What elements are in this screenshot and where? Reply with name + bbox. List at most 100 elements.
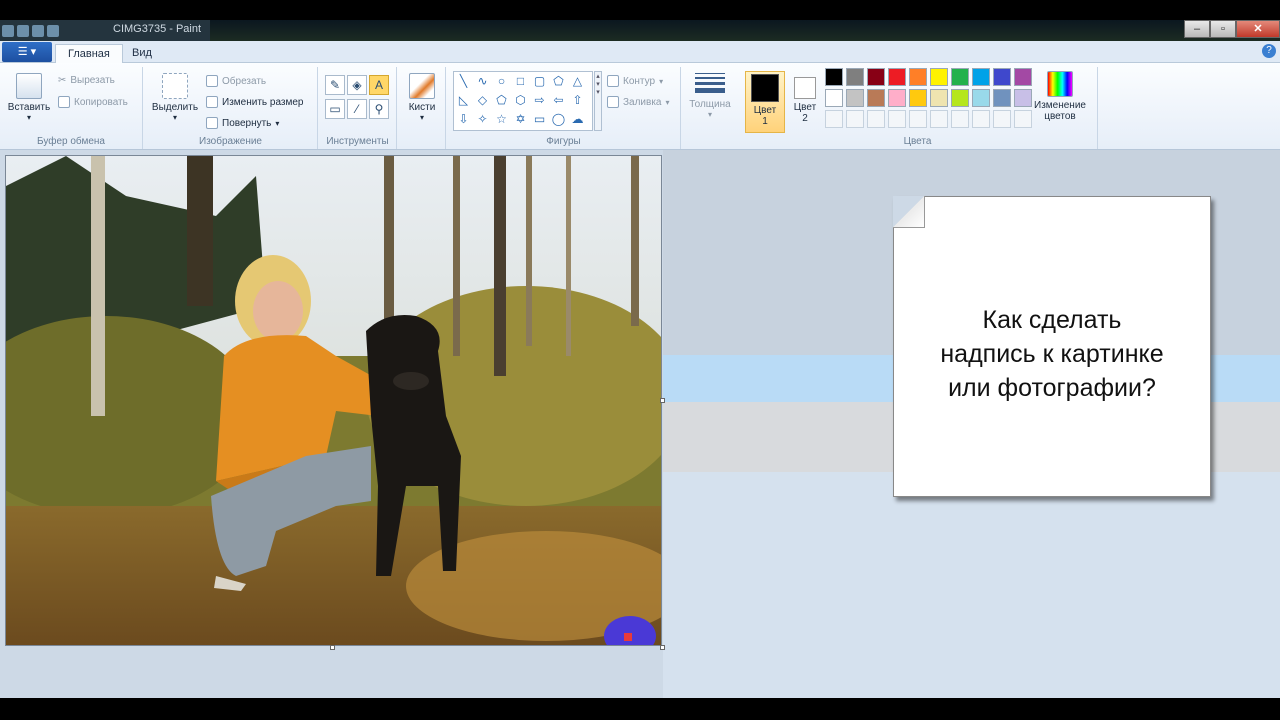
- polygon-shape-icon[interactable]: ⬠: [549, 72, 568, 91]
- title-bar: CIMG3735 - Paint – ▫ ✕: [0, 20, 1280, 41]
- palette-swatch[interactable]: [972, 89, 990, 107]
- palette-custom-slot[interactable]: [888, 110, 906, 128]
- select-button[interactable]: Выделить ▾: [148, 73, 202, 122]
- redo-icon[interactable]: [47, 24, 59, 37]
- shapes-scrollbar[interactable]: ▴ ▾ ▾: [594, 71, 602, 131]
- hexagon-shape-icon[interactable]: ⬡: [511, 91, 530, 110]
- canvas-photo[interactable]: [5, 155, 662, 646]
- arrow-right-shape-icon[interactable]: ⇨: [530, 91, 549, 110]
- callout-oval-shape-icon[interactable]: ◯: [549, 110, 568, 129]
- resize-handle-bottom[interactable]: [330, 645, 335, 650]
- arrow-down-shape-icon[interactable]: ⇩: [454, 110, 473, 129]
- star4-shape-icon[interactable]: ✧: [473, 110, 492, 129]
- palette-custom-slot[interactable]: [972, 110, 990, 128]
- palette-swatch[interactable]: [972, 68, 990, 86]
- oval-shape-icon[interactable]: ○: [492, 72, 511, 91]
- palette-swatch[interactable]: [909, 89, 927, 107]
- color-picker-icon[interactable]: ⁄: [347, 99, 367, 119]
- pencil-icon[interactable]: ✎: [325, 75, 345, 95]
- copy-button[interactable]: Копировать: [58, 96, 128, 108]
- paste-button[interactable]: Вставить ▾: [6, 73, 52, 122]
- rounded-rectangle-shape-icon[interactable]: ▢: [530, 72, 549, 91]
- maximize-button[interactable]: ▫: [1210, 20, 1236, 38]
- undo-icon[interactable]: [32, 24, 44, 37]
- palette-custom-slot[interactable]: [909, 110, 927, 128]
- triangle-shape-icon[interactable]: △: [568, 72, 587, 91]
- palette-swatch[interactable]: [930, 89, 948, 107]
- palette-custom-slot[interactable]: [930, 110, 948, 128]
- tab-home[interactable]: Главная: [55, 44, 123, 64]
- color2-button[interactable]: Цвет 2: [785, 71, 825, 133]
- palette-swatch[interactable]: [825, 89, 843, 107]
- size-button[interactable]: Толщина ▾: [684, 71, 736, 119]
- arrow-left-shape-icon[interactable]: ⇦: [549, 91, 568, 110]
- rotate-icon: [206, 117, 218, 129]
- group-clipboard: Вставить ▾ ✂ Вырезать Копировать Буфер о…: [0, 67, 143, 149]
- rotate-button[interactable]: Повернуть ▾: [206, 117, 279, 129]
- palette-custom-slot[interactable]: [825, 110, 843, 128]
- palette-swatch[interactable]: [1014, 89, 1032, 107]
- palette-swatch[interactable]: [888, 68, 906, 86]
- palette-custom-slot[interactable]: [846, 110, 864, 128]
- outline-button[interactable]: Контур ▾: [607, 75, 663, 87]
- resize-handle-corner[interactable]: [660, 645, 665, 650]
- help-icon[interactable]: ?: [1262, 44, 1276, 58]
- callout-cloud-shape-icon[interactable]: ☁: [568, 110, 587, 129]
- paint-app-icon[interactable]: [2, 24, 14, 37]
- palette-custom-slot[interactable]: [1014, 110, 1032, 128]
- callout-rect-shape-icon[interactable]: ▭: [530, 110, 549, 129]
- star6-shape-icon[interactable]: ✡: [511, 110, 530, 129]
- fill-bucket-icon[interactable]: ◈: [347, 75, 367, 95]
- rotate-label: Повернуть: [222, 117, 272, 129]
- cursor-highlight: [604, 616, 660, 645]
- palette-swatch[interactable]: [993, 89, 1011, 107]
- cut-button[interactable]: ✂ Вырезать: [58, 75, 115, 86]
- tab-view[interactable]: Вид: [120, 44, 164, 64]
- group-shapes: ╲ ∿ ○ □ ▢ ⬠ △ ◺ ◇ ⬠ ⬡ ⇨ ⇦ ⇧ ⇩ ✧ ☆ ✡ ▭ ◯: [447, 67, 681, 149]
- close-button[interactable]: ✕: [1236, 20, 1280, 38]
- top-black-band: [0, 0, 1280, 20]
- palette-swatch[interactable]: [867, 68, 885, 86]
- save-icon[interactable]: [17, 24, 29, 37]
- magnifier-icon[interactable]: ⚲: [369, 99, 389, 119]
- copy-label: Копировать: [74, 96, 128, 108]
- palette-swatch[interactable]: [993, 68, 1011, 86]
- palette-swatch[interactable]: [825, 68, 843, 86]
- rectangle-shape-icon[interactable]: □: [511, 72, 530, 91]
- text-tool-icon[interactable]: A: [369, 75, 389, 95]
- note-card: Как сделать надпись к картинке или фотог…: [893, 196, 1211, 497]
- palette-swatch[interactable]: [846, 89, 864, 107]
- edit-colors-button[interactable]: Изменение цветов: [1030, 71, 1090, 122]
- crop-label: Обрезать: [222, 75, 267, 87]
- palette-swatch[interactable]: [846, 68, 864, 86]
- fill-button[interactable]: Заливка ▾: [607, 96, 670, 108]
- app-menu-button[interactable]: ☰ ▾: [2, 42, 52, 62]
- group-label-colors: Цвета: [903, 136, 932, 147]
- pentagon-shape-icon[interactable]: ⬠: [492, 91, 511, 110]
- crop-button[interactable]: Обрезать: [206, 75, 266, 87]
- palette-swatch[interactable]: [930, 68, 948, 86]
- resize-handle-right[interactable]: [660, 398, 665, 403]
- star5-shape-icon[interactable]: ☆: [492, 110, 511, 129]
- brushes-button[interactable]: Кисти ▾: [402, 73, 442, 122]
- resize-button[interactable]: Изменить размер: [206, 96, 303, 108]
- palette-swatch[interactable]: [867, 89, 885, 107]
- palette-swatch[interactable]: [909, 68, 927, 86]
- palette-swatch[interactable]: [951, 89, 969, 107]
- palette-custom-slot[interactable]: [951, 110, 969, 128]
- color1-button[interactable]: Цвет 1: [745, 71, 785, 133]
- right-triangle-shape-icon[interactable]: ◺: [454, 91, 473, 110]
- color2-swatch: [794, 77, 816, 99]
- palette-swatch[interactable]: [951, 68, 969, 86]
- arrow-up-shape-icon[interactable]: ⇧: [568, 91, 587, 110]
- eraser-icon[interactable]: ▭: [325, 99, 345, 119]
- curve-shape-icon[interactable]: ∿: [473, 72, 492, 91]
- palette-custom-slot[interactable]: [993, 110, 1011, 128]
- minimize-button[interactable]: –: [1184, 20, 1210, 38]
- palette-custom-slot[interactable]: [867, 110, 885, 128]
- color1-number: 1: [762, 116, 768, 127]
- diamond-shape-icon[interactable]: ◇: [473, 91, 492, 110]
- palette-swatch[interactable]: [888, 89, 906, 107]
- line-shape-icon[interactable]: ╲: [454, 72, 473, 91]
- palette-swatch[interactable]: [1014, 68, 1032, 86]
